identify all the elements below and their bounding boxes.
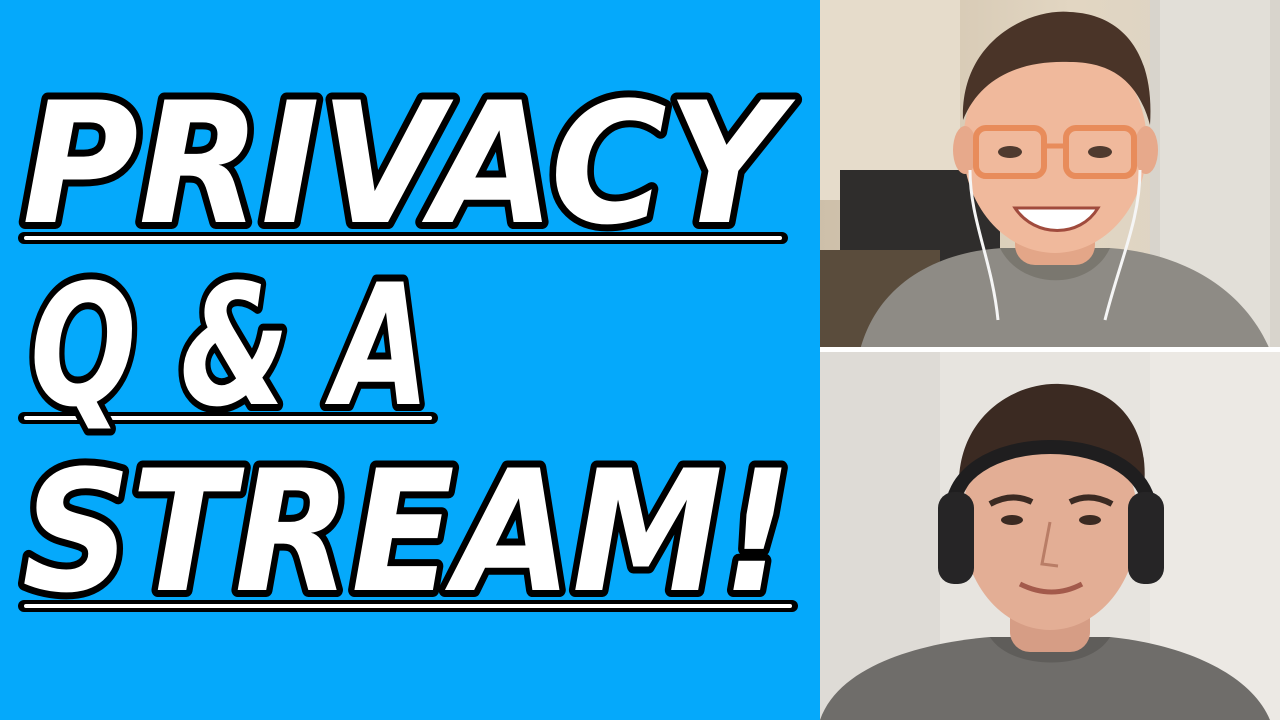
headline-line-2: Q & A [30, 248, 430, 444]
headline-line-3: STREAM! [22, 434, 792, 630]
headline: PRIVACY Q & A STREAM! [0, 0, 840, 720]
webcam-top [820, 0, 1280, 350]
person-with-glasses-and-earphones-icon [820, 0, 1280, 350]
headline-svg: PRIVACY Q & A STREAM! [15, 59, 803, 637]
stream-thumbnail: PRIVACY Q & A STREAM! [0, 0, 1280, 720]
webcam-bottom [820, 352, 1280, 720]
headline-line-1: PRIVACY [22, 66, 796, 262]
person-with-headphones-icon [820, 352, 1280, 720]
